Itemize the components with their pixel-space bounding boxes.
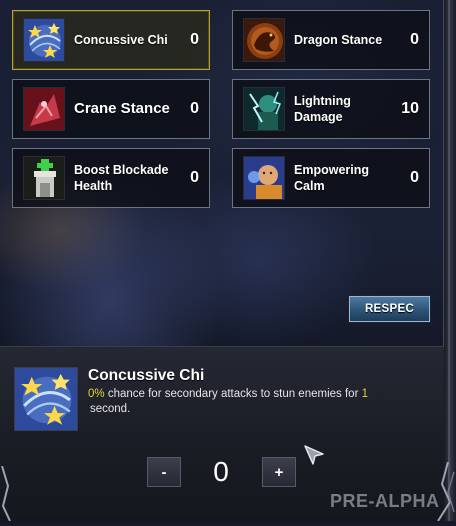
lightning-monk-icon bbox=[243, 87, 285, 131]
skill-card-crane-stance[interactable]: Crane Stance 0 bbox=[12, 79, 210, 139]
detail-title: Concussive Chi bbox=[88, 367, 205, 384]
skill-name: Boost Blockade Health bbox=[74, 163, 169, 193]
skill-name: Lightning Damage bbox=[294, 94, 351, 124]
skill-name: Crane Stance bbox=[74, 100, 170, 117]
increase-button[interactable]: + bbox=[262, 457, 296, 487]
pre-alpha-watermark: PRE-ALPHA bbox=[330, 491, 440, 511]
chi-stars-icon bbox=[23, 18, 65, 62]
skill-name: Concussive Chi bbox=[74, 33, 168, 47]
skill-card-empowering-calm[interactable]: Empowering Calm 0 bbox=[232, 148, 430, 208]
chi-stars-icon bbox=[14, 367, 78, 431]
mouse-cursor-icon bbox=[303, 444, 327, 473]
skill-points: 0 bbox=[190, 169, 199, 186]
crane-stance-icon bbox=[23, 87, 65, 131]
dragon-emblem-icon bbox=[243, 18, 285, 62]
skill-points: 0 bbox=[410, 169, 419, 186]
skill-name: Dragon Stance bbox=[294, 33, 383, 47]
panel-frame-edge bbox=[443, 0, 456, 521]
skill-name: Empowering Calm bbox=[294, 163, 370, 193]
allocated-points: 0 bbox=[213, 456, 229, 487]
respec-button[interactable]: RESPEC bbox=[349, 296, 430, 322]
skill-points: 0 bbox=[190, 31, 199, 48]
stun-seconds: 1 bbox=[361, 388, 368, 400]
meditating-monk-icon bbox=[243, 156, 285, 200]
description-end: second. bbox=[90, 403, 131, 415]
description-text: chance for secondary attacks to stun ene… bbox=[104, 388, 362, 400]
chance-percent: 0% bbox=[88, 388, 105, 400]
skill-card-concussive-chi[interactable]: Concussive Chi 0 bbox=[12, 10, 210, 70]
decrease-button[interactable]: - bbox=[147, 457, 181, 487]
skill-card-boost-blockade-health[interactable]: Boost Blockade Health 0 bbox=[12, 148, 210, 208]
blockade-tower-icon bbox=[23, 156, 65, 200]
skill-points: 10 bbox=[401, 100, 419, 117]
skill-card-dragon-stance[interactable]: Dragon Stance 0 bbox=[232, 10, 430, 70]
skill-points: 0 bbox=[410, 31, 419, 48]
detail-description: 0% chance for secondary attacks to stun … bbox=[88, 387, 408, 417]
frame-ornament-icon bbox=[0, 465, 20, 526]
skill-card-lightning-damage[interactable]: Lightning Damage 10 bbox=[232, 79, 430, 139]
skill-points: 0 bbox=[190, 100, 199, 117]
